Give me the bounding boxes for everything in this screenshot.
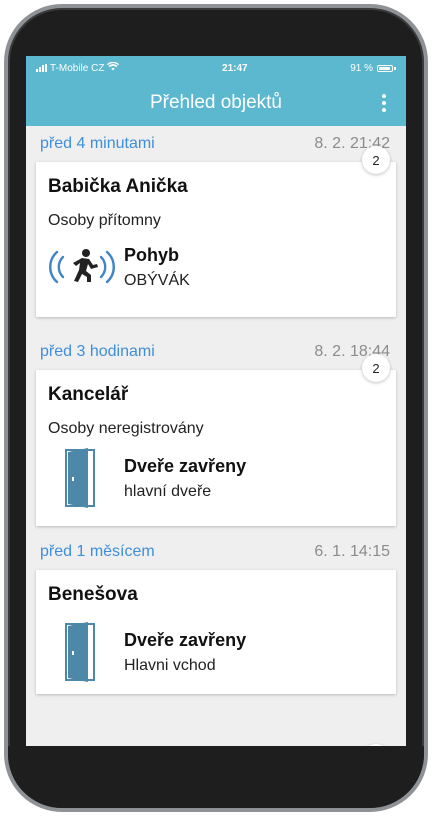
event-row: Dveře zavřeny hlavní dveře bbox=[36, 438, 396, 518]
event-row: Dveře zavřeny Hlavni vchod bbox=[36, 610, 396, 694]
event-text: Pohyb OBÝVÁK bbox=[116, 245, 190, 290]
object-name: Babička Anička bbox=[48, 176, 188, 197]
group-header: před 1 měsícem 6. 1. 14:15 bbox=[26, 534, 406, 570]
door-closed-icon bbox=[48, 621, 116, 683]
battery-label: 91 % bbox=[350, 62, 373, 74]
object-name: Kancelář bbox=[48, 384, 129, 405]
event-text: Dveře zavřeny Hlavni vchod bbox=[116, 630, 246, 675]
event-name: Dveře zavřeny bbox=[124, 629, 247, 650]
event-location: OBÝVÁK bbox=[124, 271, 190, 289]
status-time: 21:47 bbox=[222, 62, 248, 74]
phone-frame: T-Mobile CZ 21:47 91 % Přehled objektů p… bbox=[4, 4, 428, 812]
battery-icon bbox=[376, 64, 396, 72]
page-title: Přehled objektů bbox=[149, 92, 283, 113]
event-text: Dveře zavřeny hlavní dveře bbox=[116, 456, 246, 501]
status-right: 91 % bbox=[350, 63, 396, 74]
status-bar: T-Mobile CZ 21:47 91 % bbox=[26, 56, 406, 80]
event-name: Dveře zavřeny bbox=[124, 455, 247, 476]
event-location: hlavní dveře bbox=[124, 482, 212, 500]
relative-time: před 3 hodinami bbox=[40, 343, 155, 360]
group-header: před 3 hodinami 8. 2. 18:44 bbox=[26, 334, 406, 370]
status-left: T-Mobile CZ bbox=[36, 61, 120, 74]
event-row: Pohyb OBÝVÁK bbox=[36, 230, 396, 304]
event-name: Pohyb bbox=[124, 244, 180, 265]
carrier-label: T-Mobile CZ bbox=[50, 62, 105, 74]
motion-sensor-icon bbox=[48, 245, 116, 289]
more-vertical-icon[interactable] bbox=[372, 90, 396, 116]
relative-time: před 1 měsícem bbox=[40, 543, 155, 560]
event-location: Hlavni vchod bbox=[124, 656, 216, 674]
wifi-icon bbox=[107, 61, 120, 74]
object-card[interactable]: Benešova Dveře zavřeny Hlavni vchod bbox=[36, 570, 396, 694]
object-name: Benešova bbox=[48, 584, 138, 605]
event-count-badge[interactable]: 2 bbox=[362, 146, 390, 174]
event-count-badge[interactable]: 2 bbox=[362, 354, 390, 382]
signal-icon bbox=[36, 64, 47, 72]
relative-time: před 4 minutami bbox=[40, 135, 155, 152]
door-closed-icon bbox=[48, 447, 116, 509]
object-card[interactable]: 2 Babička Anička Osoby přítomny Pohyb OB… bbox=[36, 146, 396, 317]
object-feed: před 4 minutami 8. 2. 21:42 2 Babička An… bbox=[26, 126, 406, 694]
app-bar: Přehled objektů bbox=[26, 80, 406, 126]
group-header: před 4 minutami 8. 2. 21:42 bbox=[26, 126, 406, 162]
presence-status: Osoby přítomny bbox=[48, 212, 161, 229]
app-screen: T-Mobile CZ 21:47 91 % Přehled objektů p… bbox=[26, 56, 406, 752]
absolute-time: 6. 1. 14:15 bbox=[314, 543, 390, 560]
object-card[interactable]: 2 Kancelář Osoby neregistrovány Dveře za… bbox=[36, 354, 396, 526]
presence-status: Osoby neregistrovány bbox=[48, 420, 204, 437]
phone-bottom-bezel bbox=[8, 746, 424, 808]
